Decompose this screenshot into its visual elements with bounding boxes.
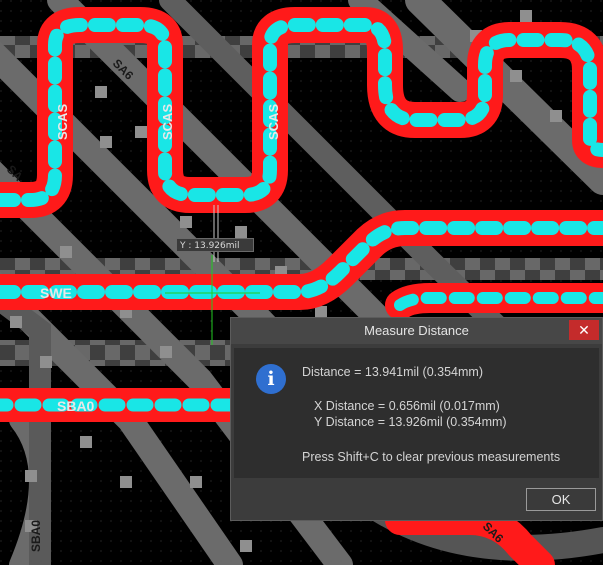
net-label-scas-1: SCAS xyxy=(55,104,70,140)
net-label-sba0-horizontal: SBA0 xyxy=(57,398,95,414)
hint-text: Press Shift+C to clear previous measurem… xyxy=(302,450,561,464)
net-label-swe: SWE xyxy=(40,285,72,301)
net-label-scas-3: SCAS xyxy=(266,104,281,140)
dialog-titlebar[interactable]: Measure Distance ✕ xyxy=(231,318,602,344)
distance-text: Distance = 13.941mil (0.354mm) xyxy=(302,365,483,379)
net-label-scas-2: SCAS xyxy=(160,104,175,140)
measurement-tooltip: Y : 13.926mil xyxy=(176,238,254,252)
dialog-title: Measure Distance xyxy=(364,323,469,338)
x-distance-text: X Distance = 0.656mil (0.017mm) xyxy=(314,399,500,413)
y-distance-text: Y Distance = 13.926mil (0.354mm) xyxy=(314,415,507,429)
close-button[interactable]: ✕ xyxy=(569,320,599,340)
ok-button[interactable]: OK xyxy=(526,488,596,511)
dialog-body: i Distance = 13.941mil (0.354mm) X Dista… xyxy=(234,348,599,478)
measure-distance-dialog: Measure Distance ✕ i Distance = 13.941mi… xyxy=(230,317,603,521)
info-icon: i xyxy=(256,364,286,394)
net-label-sba0-vertical: SBA0 xyxy=(29,520,43,552)
